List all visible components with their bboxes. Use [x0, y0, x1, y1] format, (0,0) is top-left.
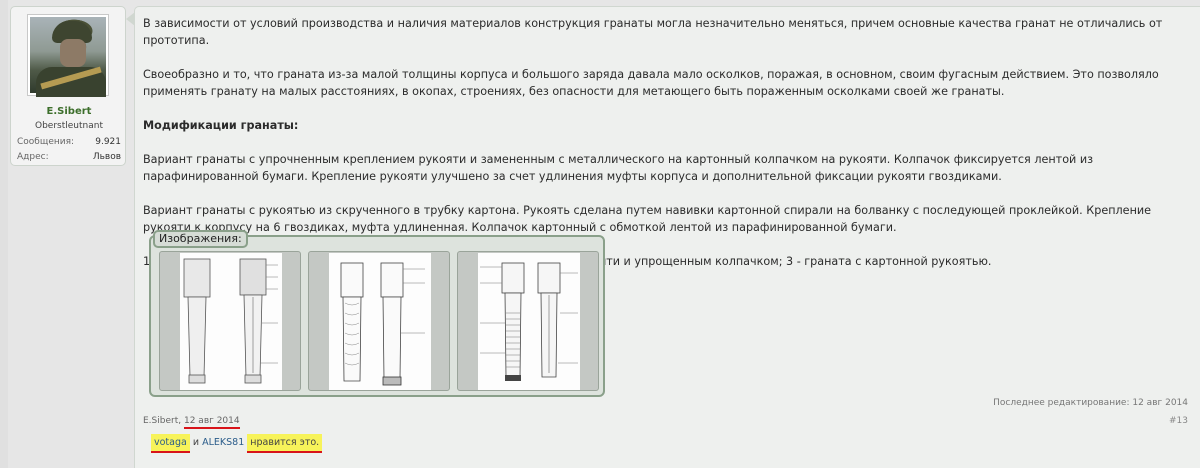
post-paragraph: Своеобразно и то, что граната из-за мало… [143, 68, 1159, 98]
post-paragraph: В зависимости от условий производства и … [143, 17, 1163, 47]
post-author-link[interactable]: E.Sibert [143, 416, 178, 426]
avatar[interactable] [28, 15, 108, 97]
grenade-drawing-3 [480, 262, 578, 381]
grenade-drawing-image [329, 253, 431, 390]
post-permalink[interactable]: #13 [1169, 416, 1188, 426]
post-paragraph: Вариант гранаты с рукоятью из скрученног… [143, 204, 1152, 234]
grenade-drawing-2 [340, 262, 425, 386]
attachments-label: Изображения: [153, 230, 248, 248]
attachment-thumbnail-1[interactable] [159, 251, 301, 391]
post-paragraph: Вариант гранаты с упрочненным креплением… [143, 153, 1094, 183]
likes-summary: votaga и ALEKS81 нравится это. [151, 434, 323, 453]
section-heading: Модификации гранаты: [143, 119, 299, 132]
attachments-box: Изображения: [149, 230, 605, 397]
grenade-drawing-1 [183, 258, 278, 384]
post-date-link[interactable]: 12 авг 2014 [183, 416, 240, 429]
user-info-panel: E.Sibert Oberstleutnant Сообщения: 9.921… [10, 6, 126, 166]
grenade-drawing-image [180, 253, 282, 390]
grenade-drawing-image [478, 253, 580, 390]
user-rank: Oberstleutnant [35, 121, 103, 131]
post-meta: E.Sibert, 12 авг 2014 [143, 416, 240, 429]
like-user-link[interactable]: votaga [151, 434, 190, 453]
left-gutter [0, 0, 8, 468]
user-address-row: Адрес: Львов [17, 152, 121, 162]
last-edited-note: Последнее редактирование: 12 авг 2014 [993, 398, 1188, 408]
messages-count[interactable]: 9.921 [95, 137, 121, 147]
attachment-thumbnail-3[interactable] [457, 251, 599, 391]
likes-text: нравится это. [247, 434, 323, 453]
address-label: Адрес: [17, 152, 49, 162]
address-value: Львов [92, 152, 121, 162]
messages-label: Сообщения: [17, 137, 75, 147]
avatar-face [60, 39, 86, 67]
likes-and: и [192, 437, 200, 448]
username[interactable]: E.Sibert [11, 106, 127, 117]
attachment-thumbnail-2[interactable] [308, 251, 450, 391]
like-user-link[interactable]: ALEKS81 [202, 437, 244, 448]
post-message: В зависимости от условий производства и … [134, 6, 1200, 468]
user-messages-row: Сообщения: 9.921 [17, 137, 121, 147]
